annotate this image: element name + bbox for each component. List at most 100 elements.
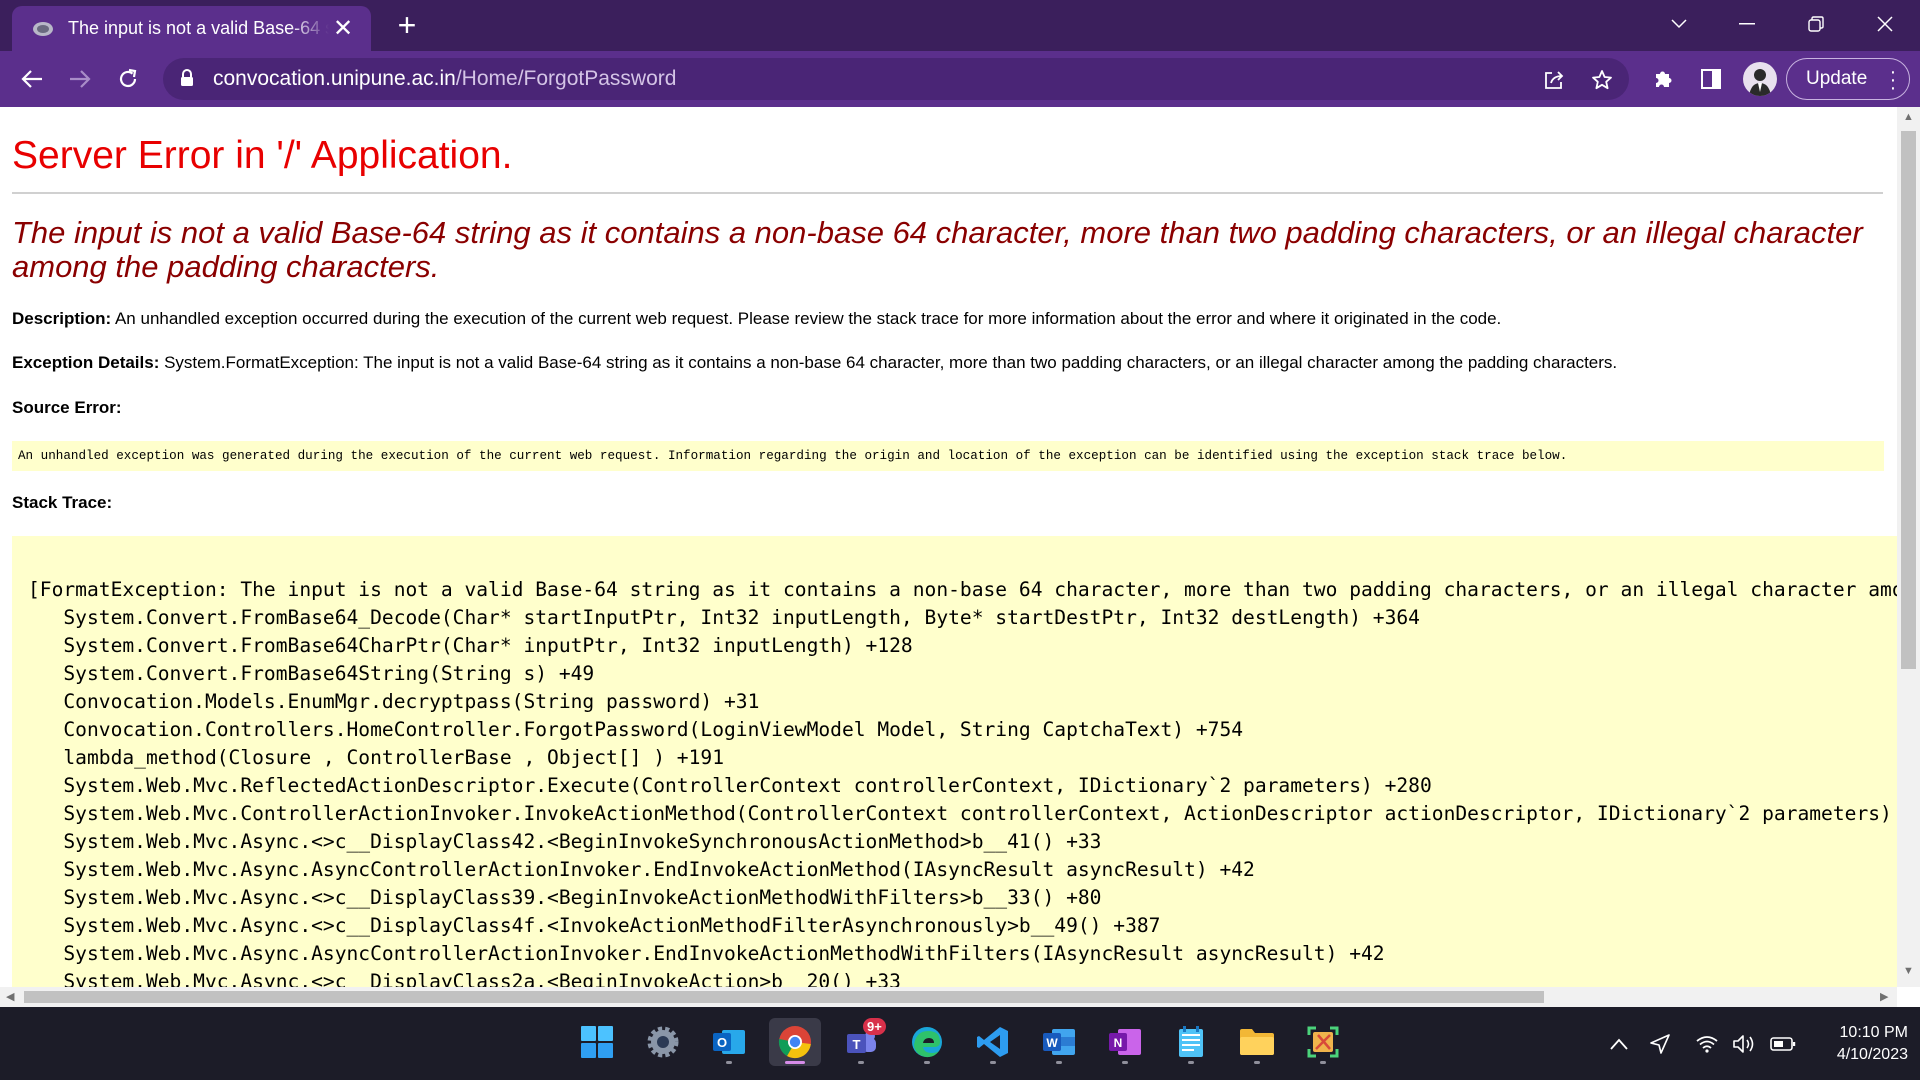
start-button[interactable] (571, 1018, 623, 1066)
onenote-app[interactable]: N (1099, 1018, 1151, 1066)
scroll-up-arrow-icon[interactable]: ▲ (1903, 111, 1914, 123)
horizontal-scrollbar[interactable]: ◀ ▶ (0, 987, 1897, 1007)
teams-app[interactable]: T 9+ (835, 1018, 887, 1066)
svg-text:N: N (1114, 1036, 1123, 1050)
settings-app[interactable] (637, 1018, 689, 1066)
onenote-icon: N (1109, 1029, 1141, 1055)
taskbar: O T 9+ W N 10:10 PM 4/10/2023 (0, 1007, 1920, 1080)
menu-dots-icon[interactable]: · · · (1889, 62, 1897, 98)
vscode-app[interactable] (967, 1018, 1019, 1066)
active-tab[interactable]: The input is not a valid Base-64 string … (12, 6, 371, 51)
stack-trace-line: Convocation.Controllers.HomeController.F… (28, 718, 1244, 741)
close-window-button[interactable] (1862, 6, 1908, 42)
url-host: convocation.unipune.ac.in (213, 67, 456, 90)
word-app[interactable]: W (1033, 1018, 1085, 1066)
tab-close-icon[interactable]: ✕ (329, 15, 357, 43)
system-clock[interactable]: 10:10 PM 4/10/2023 (1808, 1022, 1908, 1066)
teams-badge: 9+ (863, 1018, 886, 1035)
lock-icon[interactable] (180, 69, 194, 92)
wifi-icon[interactable] (1694, 1033, 1720, 1055)
forward-button[interactable] (62, 61, 98, 97)
new-tab-button[interactable]: + (391, 9, 423, 42)
running-indicator (990, 1061, 996, 1064)
word-icon: W (1043, 1029, 1075, 1055)
bookmark-star-icon[interactable] (1589, 67, 1615, 93)
description-text: An unhandled exception occurred during t… (111, 309, 1502, 328)
stack-trace-line: System.Web.Mvc.Async.<>c__DisplayClass42… (28, 830, 1102, 853)
share-icon[interactable] (1541, 67, 1567, 93)
stack-trace-box: [FormatException: The input is not a val… (12, 536, 1897, 987)
snipping-tool-icon (1307, 1026, 1339, 1058)
reload-button[interactable] (110, 61, 146, 97)
stack-trace-line: System.Convert.FromBase64CharPtr(Char* i… (28, 634, 913, 657)
exception-text: System.FormatException: The input is not… (159, 353, 1618, 372)
running-indicator (1320, 1061, 1326, 1064)
stack-trace-line: System.Web.Mvc.ControllerActionInvoker.I… (28, 802, 1897, 825)
stack-trace-label: Stack Trace: (12, 493, 113, 512)
browser-toolbar: convocation.unipune.ac.in/Home/ForgotPas… (0, 51, 1920, 107)
scroll-left-arrow-icon[interactable]: ◀ (6, 990, 14, 1003)
error-message: The input is not a valid Base-64 string … (12, 215, 1863, 284)
show-hidden-icons-icon[interactable] (1606, 1033, 1632, 1055)
minimize-button[interactable] (1724, 6, 1770, 42)
vertical-scrollbar[interactable]: ▲ ▼ (1897, 107, 1920, 987)
edge-icon (912, 1027, 942, 1058)
running-indicator (726, 1061, 732, 1064)
running-indicator (1188, 1061, 1194, 1064)
address-bar[interactable]: convocation.unipune.ac.in/Home/ForgotPas… (163, 58, 1629, 100)
svg-text:O: O (717, 1035, 727, 1050)
send-location-icon[interactable] (1647, 1033, 1673, 1055)
notepad-icon (1179, 1026, 1203, 1057)
battery-icon[interactable] (1770, 1033, 1796, 1055)
vertical-scroll-thumb[interactable] (1901, 131, 1916, 669)
folder-icon (1240, 1029, 1274, 1055)
tab-search-icon[interactable] (1656, 6, 1702, 42)
update-button[interactable]: Update · · · (1786, 58, 1910, 100)
stack-trace-line: lambda_method(Closure , ControllerBase ,… (28, 746, 724, 769)
notepad-app[interactable] (1165, 1018, 1217, 1066)
title-divider (12, 192, 1883, 194)
restore-button[interactable] (1793, 6, 1839, 42)
stack-trace-line: System.Web.Mvc.ReflectedActionDescriptor… (28, 774, 1432, 797)
volume-icon[interactable] (1732, 1033, 1758, 1055)
chrome-app[interactable] (769, 1018, 821, 1066)
clock-date: 4/10/2023 (1836, 1046, 1908, 1063)
exception-details-line: Exception Details: System.FormatExceptio… (12, 353, 1617, 373)
update-label: Update (1806, 68, 1868, 89)
page-content: Server Error in '/' Application. The inp… (0, 107, 1897, 987)
page-title: Server Error in '/' Application. (12, 134, 513, 177)
snipping-tool-app[interactable] (1297, 1018, 1349, 1066)
stack-trace-line: System.Convert.FromBase64_Decode(Char* s… (28, 606, 1420, 629)
vscode-icon (977, 1027, 1008, 1057)
clock-time: 10:10 PM (1839, 1024, 1908, 1041)
back-button[interactable] (14, 61, 50, 97)
source-error-heading: Source Error: (12, 398, 122, 418)
running-indicator (1056, 1061, 1062, 1064)
description-line: Description: An unhandled exception occu… (12, 309, 1501, 329)
file-explorer-app[interactable] (1231, 1018, 1283, 1066)
url-path: /Home/ForgotPassword (455, 67, 677, 90)
outlook-icon: O (713, 1030, 745, 1054)
stack-trace-line: System.Web.Mvc.Async.AsyncControllerActi… (28, 942, 1385, 965)
tab-strip: The input is not a valid Base-64 string … (0, 0, 1920, 51)
outlook-app[interactable]: O (703, 1018, 755, 1066)
extensions-icon[interactable] (1648, 64, 1678, 94)
running-indicator (1122, 1061, 1128, 1064)
running-indicator (1254, 1061, 1260, 1064)
running-indicator (858, 1061, 864, 1064)
source-error-box: An unhandled exception was generated dur… (12, 441, 1884, 471)
scroll-down-arrow-icon[interactable]: ▼ (1903, 965, 1914, 977)
running-indicator (924, 1061, 930, 1064)
exception-label: Exception Details: (12, 353, 160, 372)
stack-trace-line: System.Web.Mvc.Async.<>c__DisplayClass2a… (28, 970, 901, 987)
horizontal-scroll-thumb[interactable] (24, 991, 1544, 1003)
url-text[interactable]: convocation.unipune.ac.in/Home/ForgotPas… (213, 67, 676, 91)
edge-app[interactable] (901, 1018, 953, 1066)
stack-trace-line: [FormatException: The input is not a val… (28, 578, 1897, 601)
stack-trace-line: System.Web.Mvc.Async.<>c__DisplayClass39… (28, 886, 1102, 909)
side-panel-icon[interactable] (1696, 64, 1726, 94)
profile-avatar[interactable] (1743, 62, 1777, 96)
stack-trace-line: System.Web.Mvc.Async.AsyncControllerActi… (28, 858, 1255, 881)
scroll-right-arrow-icon[interactable]: ▶ (1880, 990, 1888, 1003)
svg-text:T: T (853, 1037, 861, 1052)
